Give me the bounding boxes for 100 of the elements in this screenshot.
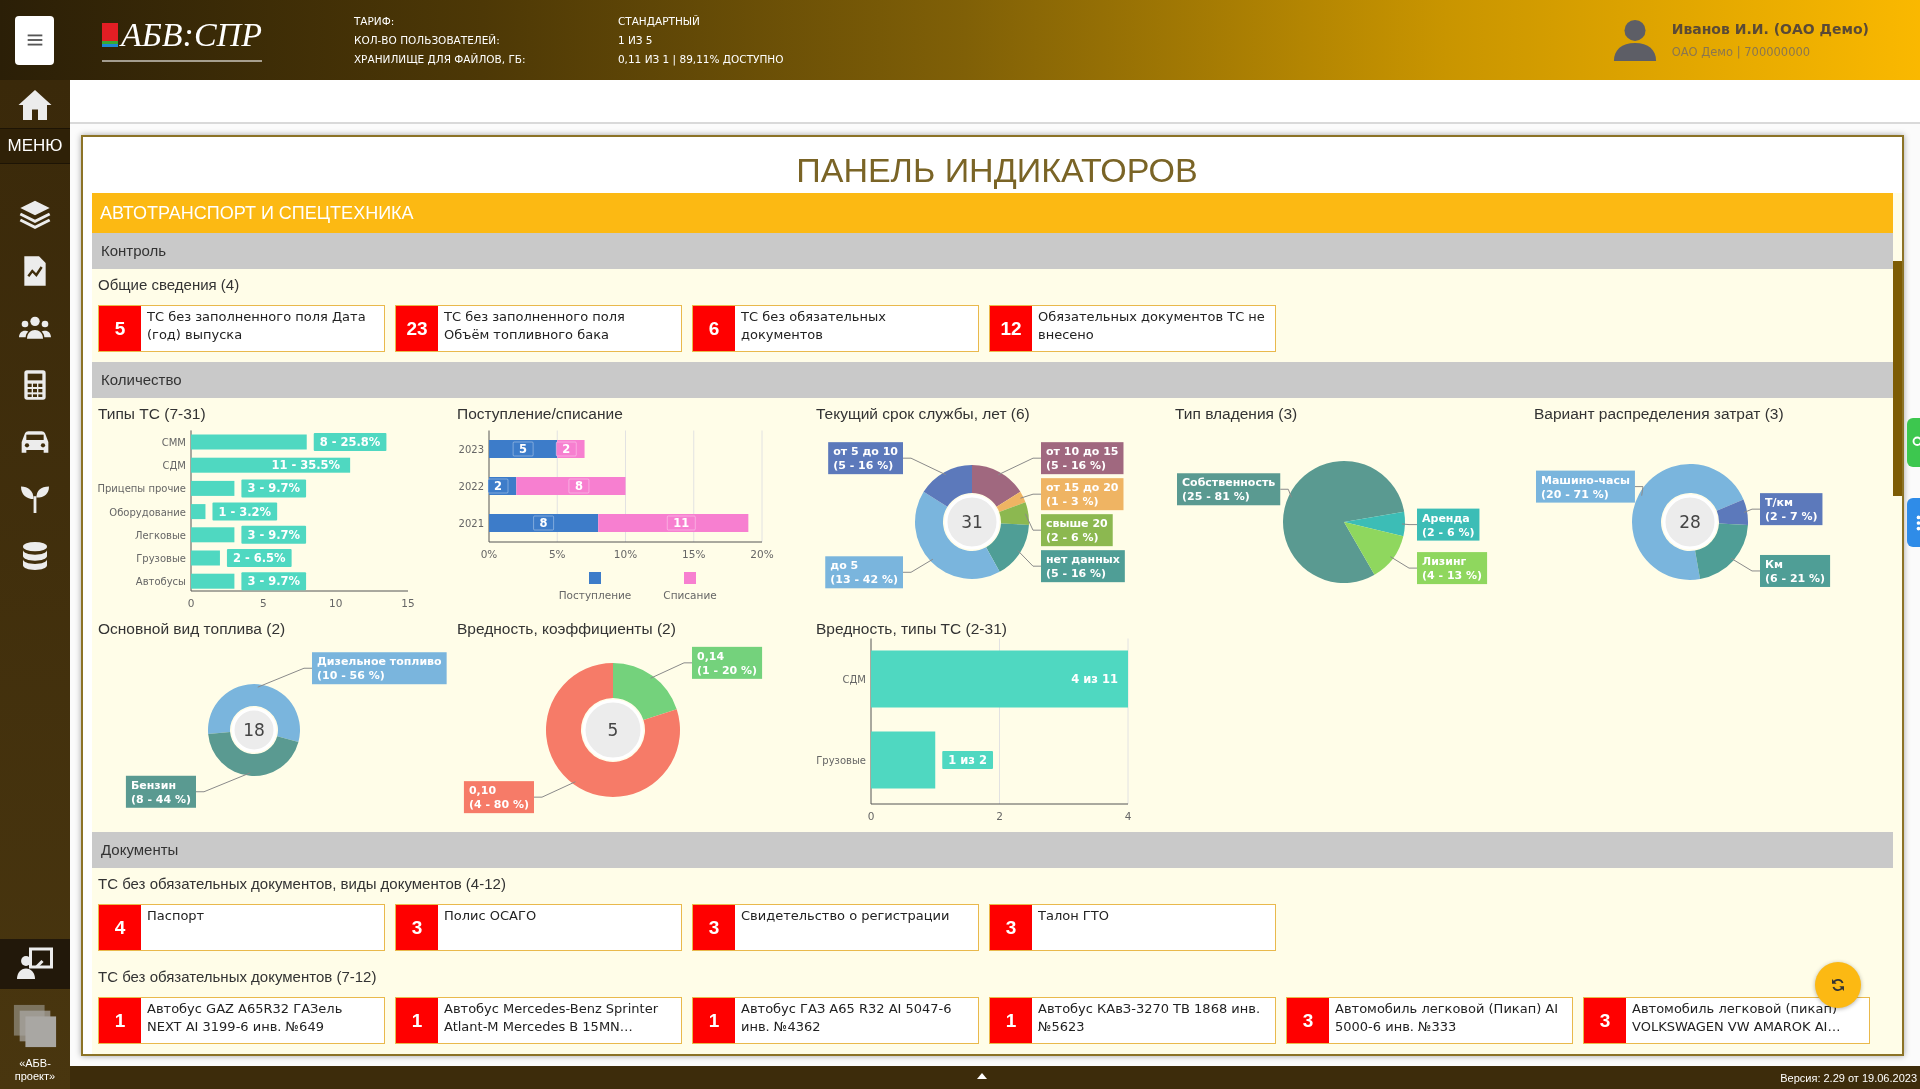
leader-line — [650, 662, 693, 679]
count-badge: 1 — [693, 998, 735, 1043]
menu-button[interactable] — [15, 15, 54, 65]
data-label: (1 - 3 %) — [1046, 495, 1099, 509]
group-header: Контроль — [92, 233, 1893, 269]
indicator-card[interactable]: 3 Свидетельство о регистрации — [692, 904, 979, 951]
category-label: Прицепы прочие — [97, 483, 186, 495]
group-header: Количество — [92, 362, 1893, 398]
info-value: 1 ИЗ 5 — [617, 34, 654, 46]
data-label: (4 - 80 %) — [468, 798, 529, 812]
chart-title: Текущий срок службы, лет (6) — [816, 404, 1031, 424]
leader-line — [533, 781, 576, 798]
data-label: (6 - 21 %) — [1765, 571, 1826, 585]
leader-line — [997, 457, 1042, 476]
leader-line — [257, 667, 313, 688]
count-badge: 4 — [99, 905, 141, 950]
data-label: (10 - 56 %) — [317, 669, 385, 683]
data-label: от 5 до 10 (5 - 16 %) — [828, 442, 903, 475]
logo-flag-icon — [102, 23, 118, 47]
chart-title: Вариант распределения затрат (3) — [1534, 404, 1785, 424]
card-text: Паспорт — [146, 907, 206, 925]
data-label: 2 - 6.5% — [232, 551, 287, 565]
indicator-card[interactable]: 12 Обязательных документов ТС не внесено — [989, 305, 1276, 352]
block-title: Общие сведения (4) — [97, 275, 241, 295]
indicator-card[interactable]: 3 Автомобиль легковой (Пикап) AI 5000-6 инв. №333 — [1286, 997, 1573, 1044]
menu-label-button[interactable]: МЕНЮ — [0, 128, 70, 164]
bar — [191, 550, 220, 566]
indicator-card[interactable]: 1 Автобус GAZ A65R32 ГАЗель NEXT AI 3199-6 инв. №649 — [98, 997, 385, 1044]
slice-label: 0,10 — [468, 784, 497, 798]
data-label: (20 - 71 %) — [1541, 487, 1609, 501]
legend-swatch — [589, 572, 601, 584]
data-label: 5 — [519, 442, 528, 456]
data-label: 11 — [673, 516, 690, 530]
category-label: СММ — [161, 437, 186, 448]
card-text: Талон ГТО — [1037, 907, 1110, 925]
value-label: 8 — [533, 515, 555, 531]
leader-line — [1024, 513, 1042, 531]
data-label: 8 - 25.8% — [319, 435, 381, 449]
info-value: СТАНДАРТНЫЙ — [617, 15, 701, 27]
refresh-icon — [1830, 977, 1846, 993]
count-badge: 1 — [990, 998, 1032, 1043]
indicator-card[interactable]: 1 Автобус ГАЗ А65 R32 AI 5047-6 инв. №4362 — [692, 997, 979, 1044]
leader-line — [1730, 557, 1761, 572]
axis-tick-label: 0 — [867, 810, 875, 822]
data-label: Аренда (2 - 6 %) — [1417, 508, 1480, 541]
data-label: Т/км (2 - 7 %) — [1760, 493, 1823, 526]
value-label: 11 — [666, 515, 696, 531]
center-total: 28 — [1679, 512, 1701, 532]
slice-label: Т/км — [1765, 496, 1793, 510]
value-label: 2 - 6.5% — [226, 549, 292, 567]
indicator-card[interactable]: 3 Автомобиль легковой (пикап) VOLKSWAGEN VW AMAROK AI… — [1583, 997, 1870, 1044]
data-label: (5 - 16 %) — [1046, 567, 1107, 581]
card-text: Автобус ГАЗ А65 R32 AI 5047-6 инв. №4362 — [740, 1000, 953, 1036]
user-name[interactable]: Иванов И.И. (ОАО Демо) — [1671, 21, 1869, 37]
slice-label: Аренда — [1422, 511, 1470, 525]
category-label: 2023 — [458, 444, 484, 455]
data-label: 3 - 9.7% — [247, 527, 301, 542]
value-label: 5 — [512, 441, 534, 457]
data-label: 0,10 (4 - 80 %) — [463, 781, 534, 814]
info-label: КОЛ-ВО ПОЛЬЗОВАТЕЛЕЙ: — [353, 34, 501, 46]
indicator-card[interactable]: 5 ТС без заполненного поля Дата (год) выпуска — [98, 305, 385, 352]
category-label: Грузовые — [136, 553, 186, 564]
axis-tick-label: 5 — [260, 597, 267, 609]
company-name: «АБВ-проект» — [13, 1057, 57, 1083]
center-total: 18 — [243, 720, 265, 740]
indicator-card[interactable]: 1 Автобус Mercedes-Benz Sprinter Atlant-M Mercedes B 15MN… — [395, 997, 682, 1044]
indicator-card[interactable]: 3 Талон ГТО — [989, 904, 1276, 951]
block-title: ТС без обязательных документов (7-12) — [97, 967, 378, 987]
data-label: до 5 (13 - 42 %) — [825, 556, 903, 589]
card-text: Автобус КАвЗ-3270 ТВ 1868 инв. №5623 — [1037, 1000, 1262, 1036]
data-label: Км (6 - 21 %) — [1760, 554, 1831, 587]
slice-label: Бензин — [130, 778, 177, 792]
more-icon — [1915, 514, 1920, 531]
value-label: 1 из 2 — [942, 751, 993, 769]
category-label: Легковые — [134, 529, 186, 541]
indicator-card[interactable]: 6 ТС без обязательных документов — [692, 305, 979, 352]
indicator-card[interactable]: 1 Автобус КАвЗ-3270 ТВ 1868 инв. №5623 — [989, 997, 1276, 1044]
leader-line — [1389, 556, 1418, 569]
scrollbar-thumb[interactable] — [1893, 261, 1902, 496]
chart-title: Поступление/списание — [457, 404, 624, 424]
data-label: (2 - 6 %) — [1046, 531, 1099, 545]
indicator-card[interactable]: 3 Полис ОСАГО — [395, 904, 682, 951]
user-avatar-icon — [1611, 17, 1658, 63]
data-label: (2 - 6 %) — [1422, 525, 1475, 539]
indicator-card[interactable]: 4 Паспорт — [98, 904, 385, 951]
indicator-card[interactable]: 23 ТС без заполненного поля Объём топливного бака — [395, 305, 682, 352]
presentation-button[interactable] — [0, 939, 70, 989]
value-label: 11 - 35.5% — [271, 458, 341, 473]
value-label: 3 - 9.7% — [241, 525, 307, 544]
card-text: ТС без заполненного поля Объём топливного бака — [443, 308, 626, 344]
axis-tick-label: 0 — [187, 597, 195, 609]
value-label: 1 - 3.2% — [212, 502, 278, 521]
slice-label: нет данных — [1046, 553, 1120, 567]
category-label: 2021 — [458, 518, 484, 529]
value-label: 8 — [568, 478, 590, 494]
legend-swatch — [684, 572, 696, 584]
data-label: нет данных (5 - 16 %) — [1041, 550, 1125, 583]
legend-label: Поступление — [558, 589, 632, 601]
axis-tick-label: 10 — [329, 597, 343, 609]
bar — [191, 480, 235, 496]
